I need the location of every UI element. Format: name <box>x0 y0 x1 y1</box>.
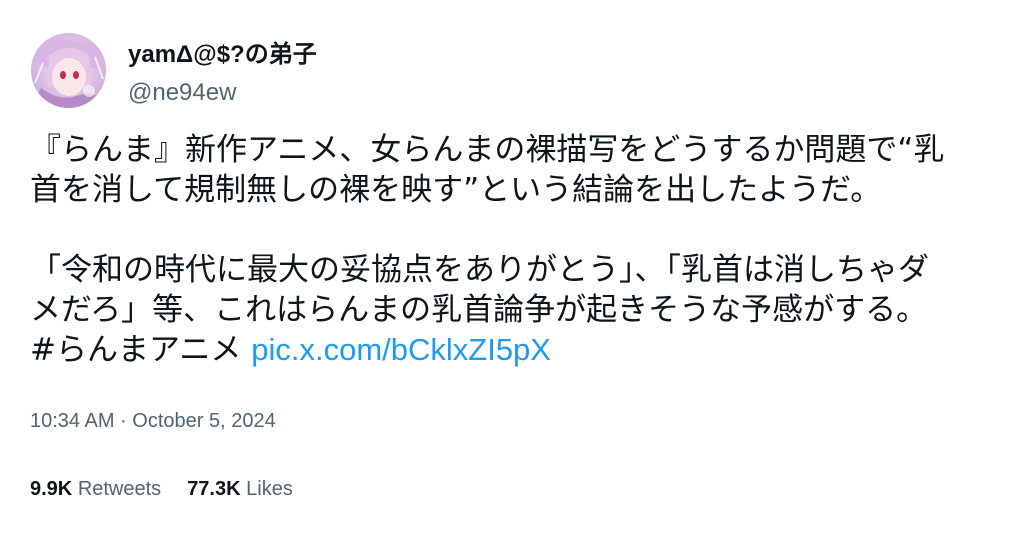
hashtag[interactable]: #らんまアニメ <box>30 332 241 368</box>
user-handle[interactable]: @ne94ew <box>128 78 236 108</box>
tweet-text-line: 「令和の時代に最大の妥協点をありがとう」、「乳首は消しちゃダ <box>30 252 929 288</box>
tweet-text-line-last: #らんまアニメ pic.x.com/bCklxZI5pX <box>30 330 990 370</box>
tweet-timestamp[interactable]: 10:34 AM · October 5, 2024 <box>30 408 276 434</box>
likes-stat[interactable]: 77.3K Likes <box>187 478 293 500</box>
tweet-text-line: 『らんま』新作アニメ、女らんまの裸描写をどうするか問題で“乳 <box>30 132 945 168</box>
retweets-stat[interactable]: 9.9K Retweets <box>30 478 161 500</box>
avatar-image <box>31 33 106 108</box>
display-name[interactable]: yamΔ@$?の弟子 <box>128 40 317 70</box>
tweet-stats: 9.9K Retweets 77.3K Likes <box>30 476 293 502</box>
media-link[interactable]: pic.x.com/bCklxZI5pX <box>251 332 551 367</box>
likes-count: 77.3K <box>187 478 241 500</box>
tweet-text-line: 首を消して規制無しの裸を映す”という結論を出したようだ。 <box>30 172 882 208</box>
tweet-text: 『らんま』新作アニメ、女らんまの裸描写をどうするか問題で“乳 首を消して規制無し… <box>30 130 990 370</box>
avatar[interactable] <box>31 33 106 108</box>
retweets-label: Retweets <box>77 478 162 500</box>
retweets-count: 9.9K <box>30 478 73 500</box>
likes-label: Likes <box>246 478 293 500</box>
tweet-card: yamΔ@$?の弟子 @ne94ew 『らんま』新作アニメ、女らんまの裸描写をど… <box>0 0 1024 535</box>
tweet-text-line: メだろ」等、これはらんまの乳首論争が起きそうな予感がする。 <box>30 292 928 328</box>
